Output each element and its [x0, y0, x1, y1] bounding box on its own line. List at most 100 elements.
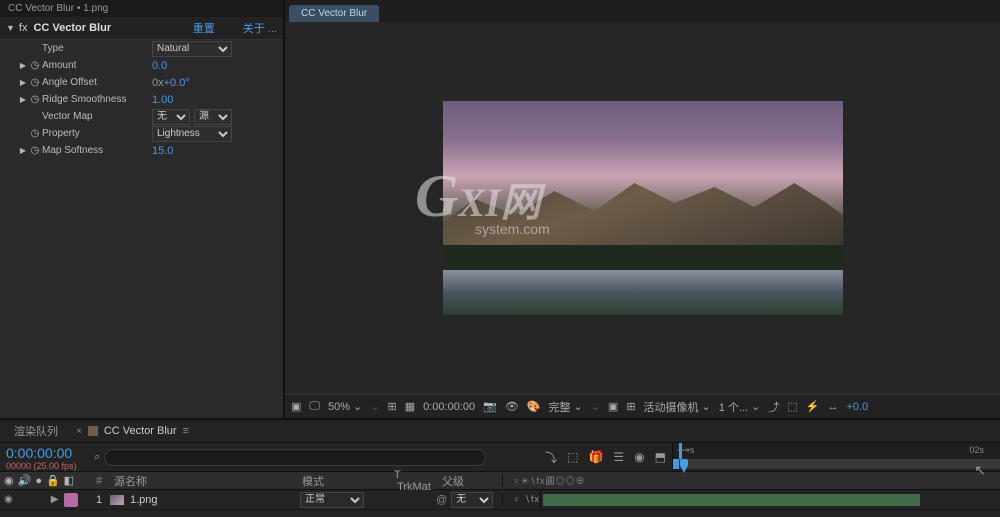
blend-mode-select[interactable]: 正常 — [300, 492, 364, 508]
preview-toolbar: ▣ 🖵 50% ⌄ ⌄ ⊞ ▦ 0:00:00:00 📷 👁 🎨 完整 ⌄ ⌄ … — [285, 394, 1000, 418]
parent-select[interactable]: 无 — [451, 492, 493, 508]
layer-twirl-icon[interactable]: ▶ — [51, 494, 59, 505]
amount-label: Amount — [42, 60, 152, 71]
parent-column[interactable]: 父级 — [436, 473, 502, 489]
stopwatch-icon[interactable]: ◷ — [28, 94, 42, 105]
region-icon[interactable]: ▣ — [608, 400, 618, 413]
property-label: Property — [42, 128, 152, 139]
composition-panel: CC Vector Blur GXI网 system.com ▣ 🖵 50% ⌄… — [285, 0, 1000, 418]
time-ruler[interactable]: ⟶s 02s — [672, 443, 1000, 471]
show-snapshot-icon[interactable]: 👁 — [505, 400, 519, 413]
stopwatch-icon[interactable]: ◷ — [28, 77, 42, 88]
twirl-icon[interactable]: ▶ — [18, 61, 28, 70]
vmap-label: Vector Map — [42, 111, 152, 122]
current-time[interactable]: 0:00:00:00 — [6, 445, 82, 461]
amount-value[interactable]: 0.0 — [152, 60, 167, 72]
timeline-header: 0:00:00:00 00000 (25.00 fps) ⌕ ⤵ ⬚ 🎁 ☰ ◉… — [0, 442, 1000, 472]
resolution-icon[interactable]: ⊞ — [387, 400, 396, 413]
about-link[interactable]: 关于 ... — [243, 20, 277, 36]
twirl-icon[interactable]: ▶ — [18, 78, 28, 87]
property-select[interactable]: Lightness — [152, 126, 232, 142]
source-column[interactable]: 源名称 — [110, 473, 298, 489]
layer-source[interactable]: 1.png — [110, 494, 298, 506]
search-icon: ⌕ — [94, 451, 100, 464]
trkmat-column[interactable]: T TrkMat — [376, 469, 436, 493]
effect-header: ▼ fx CC Vector Blur 重置 关于 ... — [0, 17, 283, 40]
channel-icon[interactable]: 🎨 — [527, 400, 541, 413]
vmap-source-select[interactable]: 源 — [194, 109, 232, 125]
viewport-mode-icon[interactable]: ▣ — [291, 400, 301, 413]
monitor-icon[interactable]: 🖵 — [309, 400, 320, 413]
twirl-icon[interactable]: ▶ — [18, 146, 28, 155]
fx-icon[interactable]: fx — [19, 22, 28, 34]
solo-column-icon[interactable]: ● — [35, 475, 42, 487]
graph-editor-icon[interactable]: ⬒ — [655, 450, 666, 464]
share-icon[interactable]: ⤴ — [768, 399, 779, 415]
snapshot-icon[interactable]: 📷 — [483, 400, 497, 413]
angle-label: Angle Offset — [42, 77, 152, 88]
softness-label: Map Softness — [42, 145, 152, 156]
frame-blend-icon[interactable]: ☰ — [613, 450, 624, 464]
search-input[interactable] — [104, 449, 486, 466]
label-color[interactable] — [64, 493, 78, 507]
comp-flow-icon[interactable]: ⤵ — [545, 449, 557, 466]
layer-row[interactable]: ◉ ▶ 1 1.png 正常 @ 无 ♀ ∖fx — [0, 490, 1000, 510]
timeline-search: ⌕ — [88, 443, 492, 471]
quality-select[interactable]: 完整 ⌄ — [548, 399, 582, 415]
zoom-level[interactable]: 50% ⌄ — [328, 400, 362, 413]
camera-select[interactable]: 活动摄像机 ⌄ — [644, 399, 711, 415]
softness-value[interactable]: 15.0 — [152, 145, 173, 157]
param-mapsoftness: ▶ ◷ Map Softness 15.0 — [0, 142, 283, 159]
angle-rot[interactable]: 0x — [152, 77, 164, 89]
label-column-icon[interactable]: ◧ — [64, 474, 74, 487]
draft3d-icon[interactable]: ⬚ — [567, 450, 578, 464]
stopwatch-icon[interactable]: ◷ — [28, 128, 42, 139]
views-select[interactable]: 1 个... ⌄ — [719, 399, 761, 415]
index-column[interactable]: # — [88, 475, 110, 487]
render-icon[interactable]: ⬚ — [787, 400, 797, 413]
timeline-icon[interactable]: ↔ — [827, 401, 838, 413]
column-headers: ◉ 🔊 ● 🔒 ◧ # 源名称 模式 T TrkMat 父级 ♀☀∖fx圓◎◎⊕ — [0, 472, 1000, 490]
preview-tabs: CC Vector Blur — [285, 0, 1000, 22]
pickwhip-icon[interactable]: @ — [436, 494, 447, 506]
param-angle: ▶ ◷ Angle Offset 0x+0.0° — [0, 74, 283, 91]
stopwatch-icon[interactable]: ◷ — [28, 60, 42, 71]
preview-tab[interactable]: CC Vector Blur — [289, 5, 379, 22]
effect-twirl-icon[interactable]: ▼ — [6, 23, 15, 33]
timeline-tool-icons: ⤵ ⬚ 🎁 ☰ ◉ ⬒ — [492, 443, 672, 471]
watermark: GXI网 system.com — [415, 162, 550, 247]
exposure-value[interactable]: +0.0 — [846, 401, 868, 413]
visibility-toggle[interactable]: ◉ — [4, 494, 13, 505]
vmap-select[interactable]: 无 — [152, 109, 190, 125]
type-select[interactable]: Natural — [152, 41, 232, 57]
playhead-icon[interactable] — [677, 459, 691, 471]
param-type: Type Natural — [0, 40, 283, 57]
effect-tab[interactable]: CC Vector Blur • 1.png — [0, 0, 283, 17]
mode-column[interactable]: 模式 — [298, 473, 376, 489]
layer-duration-bar[interactable] — [543, 494, 920, 506]
preview-viewport[interactable]: GXI网 system.com — [285, 22, 1000, 394]
layer-index: 1 — [88, 494, 110, 506]
timeline-tabs: 渲染队列 × CC Vector Blur ≡ — [0, 420, 1000, 442]
switches-column: ♀☀∖fx圓◎◎⊕ — [502, 474, 586, 487]
grid-icon[interactable]: ⊞ — [626, 400, 635, 413]
audio-column-icon[interactable]: 🔊 — [18, 474, 32, 487]
layer-track[interactable] — [540, 490, 1000, 509]
visibility-column-icon[interactable]: ◉ — [4, 474, 14, 487]
tab-menu-icon[interactable]: ≡ — [183, 425, 189, 437]
twirl-icon[interactable]: ▶ — [18, 95, 28, 104]
motion-blur-icon[interactable]: ◉ — [634, 450, 644, 464]
angle-value[interactable]: +0.0° — [164, 77, 190, 89]
effect-name[interactable]: CC Vector Blur — [33, 22, 192, 34]
lock-column-icon[interactable]: 🔒 — [46, 474, 60, 487]
preview-time[interactable]: 0:00:00:00 — [423, 401, 475, 413]
shy-icon[interactable]: 🎁 — [588, 450, 603, 464]
fast-preview-icon[interactable]: ⚡ — [806, 400, 820, 413]
stopwatch-icon[interactable]: ◷ — [28, 145, 42, 156]
transparency-grid-icon[interactable]: ▦ — [405, 400, 415, 413]
reset-link[interactable]: 重置 — [193, 20, 215, 36]
comp-tab[interactable]: × CC Vector Blur ≡ — [76, 425, 189, 437]
ridge-value[interactable]: 1.00 — [152, 94, 173, 106]
layer-switches[interactable]: ♀ ∖fx — [502, 494, 540, 505]
render-queue-tab[interactable]: 渲染队列 — [14, 423, 58, 439]
